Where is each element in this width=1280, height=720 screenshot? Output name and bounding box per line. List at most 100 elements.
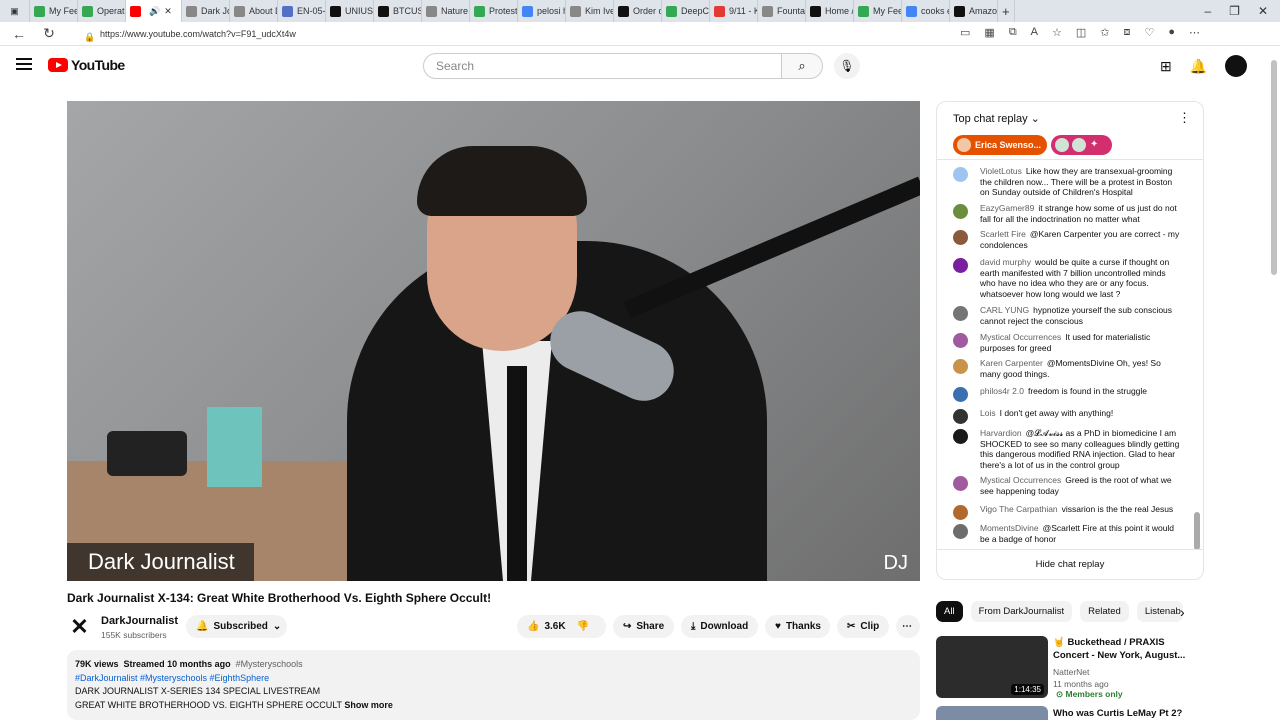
create-icon[interactable]: ⊞: [1160, 58, 1172, 75]
filter-chip[interactable]: Listenab: [1136, 601, 1183, 622]
browser-tab[interactable]: UNIUSD: [326, 0, 374, 22]
reload-icon[interactable]: ↻: [38, 25, 60, 42]
collections-icon[interactable]: ⧈: [1124, 26, 1131, 39]
browser-tab[interactable]: My Feed: [30, 0, 78, 22]
url-field[interactable]: 🔒 https://www.youtube.com/watch?v=F91_ud…: [78, 25, 908, 43]
browser-tab[interactable]: Dark Jo: [182, 0, 230, 22]
clip-button[interactable]: ✂ Clip: [837, 615, 889, 638]
recommended-thumbnail[interactable]: [936, 706, 1048, 720]
chat-message[interactable]: Harvardion @𝓛𝓐𝓿𝓲𝓼𝓼 as a PhD in biomedicin…: [953, 428, 1183, 470]
browser-tab[interactable]: Kim Iver: [566, 0, 614, 22]
profile-icon[interactable]: ●: [1168, 26, 1175, 39]
favorites-icon[interactable]: ✩: [1100, 26, 1109, 39]
extension-icon[interactable]: ⧉: [1009, 26, 1017, 39]
hashtags[interactable]: #DarkJournalist #Mysteryschools #EighthS…: [75, 672, 912, 686]
download-button[interactable]: ⤓ Download: [681, 615, 758, 638]
browser-tab[interactable]: Fountai: [758, 0, 806, 22]
recommended-title[interactable]: 🤘 Buckethead / PRAXIS Concert - New York…: [1053, 636, 1188, 662]
avatar[interactable]: [1225, 55, 1248, 77]
video-player[interactable]: Dark Journalist DJ: [67, 101, 920, 581]
app-icon[interactable]: ▭: [960, 26, 970, 39]
more-icon[interactable]: ⋯: [1189, 26, 1200, 39]
top-hashtag[interactable]: #Mysteryschools: [236, 659, 303, 669]
page-scrollbar[interactable]: [1271, 60, 1277, 275]
chat-author[interactable]: Vigo The Carpathian: [980, 504, 1058, 514]
chevron-right-icon[interactable]: ›: [1180, 604, 1185, 620]
close-window-icon[interactable]: ✕: [1258, 4, 1268, 18]
browser-tab[interactable]: EN-05-: [278, 0, 326, 22]
hide-chat-replay-button[interactable]: Hide chat replay: [937, 549, 1203, 579]
chat-author[interactable]: MomentsDivine: [980, 523, 1039, 533]
browser-essentials-icon[interactable]: ♡: [1145, 26, 1155, 39]
thanks-button[interactable]: ♥ Thanks: [765, 615, 830, 638]
browser-tab[interactable]: About D: [230, 0, 278, 22]
chat-author[interactable]: Karen Carpenter: [980, 358, 1043, 368]
browser-tab[interactable]: Proteste: [470, 0, 518, 22]
chat-message[interactable]: MomentsDivine @Scarlett Fire at this poin…: [953, 523, 1183, 544]
chat-scrollbar[interactable]: [1194, 512, 1200, 550]
more-actions-button[interactable]: ⋯: [896, 615, 920, 638]
browser-tab[interactable]: DeepCo: [662, 0, 710, 22]
chat-author[interactable]: Scarlett Fire: [980, 229, 1026, 239]
chat-author[interactable]: VioletLotus: [980, 166, 1022, 176]
chat-message[interactable]: Vigo The Carpathian vissarion is the the …: [953, 504, 1183, 520]
chat-author[interactable]: david murphy: [980, 257, 1031, 267]
chat-author[interactable]: Mystical Occurrences: [980, 475, 1061, 485]
search-input[interactable]: Search: [423, 53, 782, 79]
channel-avatar[interactable]: ✕: [67, 614, 92, 639]
chat-author[interactable]: Mystical Occurrences: [980, 332, 1061, 342]
filter-chip[interactable]: Related: [1080, 601, 1129, 622]
chat-ticker-chip[interactable]: Erica Swenso...: [953, 135, 1047, 155]
chat-author[interactable]: Harvardion: [980, 428, 1022, 438]
browser-tab[interactable]: 🔊 ✕: [126, 0, 182, 22]
description-box[interactable]: 79K views Streamed 10 months ago #Myster…: [67, 650, 920, 720]
chat-author[interactable]: CARL YUNG: [980, 305, 1029, 315]
split-screen-icon[interactable]: ◫: [1076, 26, 1086, 39]
chat-message[interactable]: Mystical Occurrences Greed is the root of…: [953, 475, 1183, 496]
chat-author[interactable]: EazyGamer89: [980, 203, 1034, 213]
chat-mode-dropdown[interactable]: Top chat replay ⌄: [953, 112, 1040, 125]
browser-tab[interactable]: Operati: [78, 0, 126, 22]
favorite-star-icon[interactable]: ☆: [1052, 26, 1062, 39]
filter-chip[interactable]: All: [936, 601, 963, 622]
browser-tab[interactable]: pelosi h: [518, 0, 566, 22]
browser-tab[interactable]: Amazon: [950, 0, 998, 22]
filter-chip[interactable]: From DarkJournalist: [970, 601, 1073, 622]
new-tab-icon[interactable]: +: [998, 0, 1015, 22]
share-button[interactable]: ↪ Share: [613, 615, 674, 638]
restore-icon[interactable]: ❐: [1229, 4, 1240, 18]
chat-message[interactable]: Mystical Occurrences It used for material…: [953, 332, 1183, 353]
chat-message[interactable]: EazyGamer89 it strange how some of us jus…: [953, 203, 1183, 224]
recommended-thumbnail[interactable]: 1:14:35: [936, 636, 1048, 698]
browser-tab[interactable]: BTCUSD: [374, 0, 422, 22]
back-icon[interactable]: ←: [8, 26, 30, 42]
browser-tab[interactable]: Home /: [806, 0, 854, 22]
menu-icon[interactable]: [16, 58, 32, 70]
chat-message[interactable]: CARL YUNG hypnotize yourself the sub cons…: [953, 305, 1183, 326]
chat-ticker-chip-2[interactable]: ✦: [1051, 135, 1112, 155]
read-aloud-icon[interactable]: A: [1031, 26, 1038, 39]
speaker-icon[interactable]: 🔊: [149, 6, 160, 17]
chat-message[interactable]: VioletLotus Like how they are transexual-…: [953, 166, 1183, 198]
browser-tab[interactable]: cooks e: [902, 0, 950, 22]
chat-author[interactable]: philos4r 2.0: [980, 386, 1024, 396]
voice-search-button[interactable]: 🎙: [834, 53, 860, 79]
notifications-icon[interactable]: 🔔: [1190, 58, 1207, 75]
dislike-icon[interactable]: 👎: [577, 621, 589, 632]
browser-tab[interactable]: Nature: [422, 0, 470, 22]
channel-name[interactable]: DarkJournalist: [101, 615, 178, 627]
youtube-logo[interactable]: YouTube: [48, 57, 125, 73]
browser-tab[interactable]: My Feed: [854, 0, 902, 22]
show-more-button[interactable]: Show more: [344, 700, 393, 710]
chat-more-icon[interactable]: ⋮: [1178, 110, 1191, 126]
chat-message[interactable]: philos4r 2.0 freedom is found in the stru…: [953, 386, 1183, 402]
search-button[interactable]: ⌕: [781, 53, 823, 79]
tab-actions-icon[interactable]: ▣: [0, 0, 30, 22]
browser-tab[interactable]: Order d: [614, 0, 662, 22]
recommended-channel[interactable]: NatterNet: [1053, 667, 1089, 677]
browser-tab[interactable]: 9/11 - K: [710, 0, 758, 22]
chat-message[interactable]: Karen Carpenter @MomentsDivine Oh, yes! S…: [953, 358, 1183, 379]
subscribed-button[interactable]: 🔔 Subscribed ⌄: [186, 615, 287, 638]
close-tab-icon[interactable]: ✕: [164, 6, 172, 17]
chat-author[interactable]: Lois: [980, 408, 996, 418]
